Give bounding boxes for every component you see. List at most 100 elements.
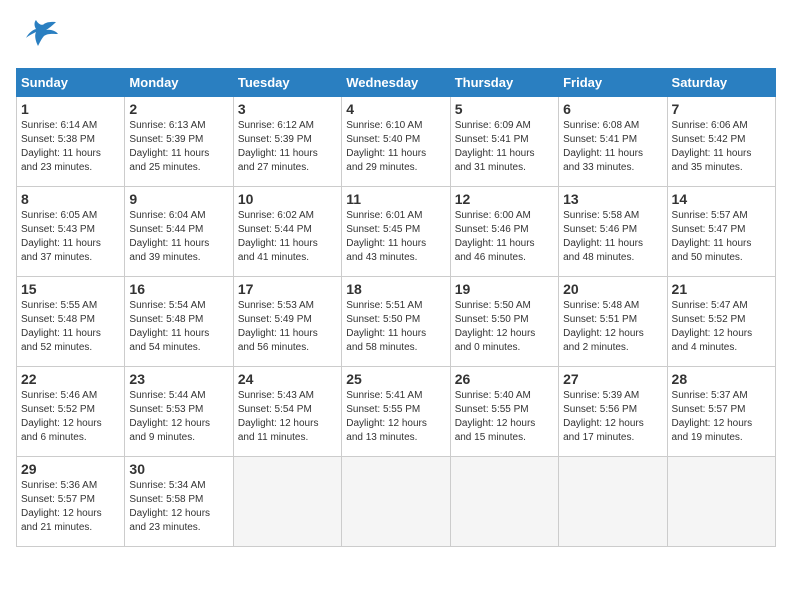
logo <box>16 16 62 60</box>
day-number: 26 <box>455 371 554 387</box>
day-info: Sunrise: 5:41 AM Sunset: 5:55 PM Dayligh… <box>346 389 445 445</box>
day-info: Sunrise: 5:46 AM Sunset: 5:52 PM Dayligh… <box>21 389 120 445</box>
calendar-cell: 16 Sunrise: 5:54 AM Sunset: 5:48 PM Dayli… <box>125 277 233 367</box>
calendar-row: 29 Sunrise: 5:36 AM Sunset: 5:57 PM Dayli… <box>17 457 776 547</box>
day-info: Sunrise: 5:55 AM Sunset: 5:48 PM Dayligh… <box>21 299 120 355</box>
day-info: Sunrise: 5:44 AM Sunset: 5:53 PM Dayligh… <box>129 389 228 445</box>
calendar-cell: 18 Sunrise: 5:51 AM Sunset: 5:50 PM Dayli… <box>342 277 450 367</box>
calendar-cell: 15Sunrise: 5:55 AM Sunset: 5:48 PM Dayli… <box>17 277 125 367</box>
calendar-day-header: Wednesday <box>342 69 450 97</box>
calendar-cell: 8 Sunrise: 6:05 AM Sunset: 5:43 PM Daylig… <box>17 187 125 277</box>
day-number: 27 <box>563 371 662 387</box>
day-info: Sunrise: 5:51 AM Sunset: 5:50 PM Dayligh… <box>346 299 445 355</box>
day-info: Sunrise: 6:04 AM Sunset: 5:44 PM Dayligh… <box>129 209 228 265</box>
calendar-cell: 19 Sunrise: 5:50 AM Sunset: 5:50 PM Dayli… <box>450 277 558 367</box>
day-info: Sunrise: 5:50 AM Sunset: 5:50 PM Dayligh… <box>455 299 554 355</box>
calendar-cell: 7 Sunrise: 6:06 AM Sunset: 5:42 PM Daylig… <box>667 97 775 187</box>
calendar-header-row: SundayMondayTuesdayWednesdayThursdayFrid… <box>17 69 776 97</box>
day-number: 18 <box>346 281 445 297</box>
day-info: Sunrise: 5:37 AM Sunset: 5:57 PM Dayligh… <box>672 389 771 445</box>
calendar-cell: 6 Sunrise: 6:08 AM Sunset: 5:41 PM Daylig… <box>559 97 667 187</box>
calendar-cell: 27 Sunrise: 5:39 AM Sunset: 5:56 PM Dayli… <box>559 367 667 457</box>
page-header <box>16 16 776 60</box>
calendar-cell <box>667 457 775 547</box>
day-info: Sunrise: 6:00 AM Sunset: 5:46 PM Dayligh… <box>455 209 554 265</box>
logo-icon <box>16 16 60 60</box>
day-number: 24 <box>238 371 337 387</box>
day-number: 2 <box>129 101 228 117</box>
day-number: 28 <box>672 371 771 387</box>
calendar-day-header: Monday <box>125 69 233 97</box>
calendar-cell: 22 Sunrise: 5:46 AM Sunset: 5:52 PM Dayli… <box>17 367 125 457</box>
day-info: Sunrise: 5:36 AM Sunset: 5:57 PM Dayligh… <box>21 479 120 535</box>
calendar-cell: 17Sunrise: 5:53 AM Sunset: 5:49 PM Dayli… <box>233 277 341 367</box>
calendar-day-header: Tuesday <box>233 69 341 97</box>
day-number: 29 <box>21 461 120 477</box>
day-info: Sunrise: 5:57 AM Sunset: 5:47 PM Dayligh… <box>672 209 771 265</box>
calendar-cell: 4 Sunrise: 6:10 AM Sunset: 5:40 PM Daylig… <box>342 97 450 187</box>
calendar-cell: 2 Sunrise: 6:13 AM Sunset: 5:39 PM Daylig… <box>125 97 233 187</box>
day-info: Sunrise: 6:08 AM Sunset: 5:41 PM Dayligh… <box>563 119 662 175</box>
day-info: Sunrise: 5:47 AM Sunset: 5:52 PM Dayligh… <box>672 299 771 355</box>
calendar-cell: 1Sunrise: 6:14 AM Sunset: 5:38 PM Daylig… <box>17 97 125 187</box>
day-info: Sunrise: 5:40 AM Sunset: 5:55 PM Dayligh… <box>455 389 554 445</box>
calendar-cell <box>342 457 450 547</box>
calendar-row: 1Sunrise: 6:14 AM Sunset: 5:38 PM Daylig… <box>17 97 776 187</box>
calendar-cell: 14 Sunrise: 5:57 AM Sunset: 5:47 PM Dayli… <box>667 187 775 277</box>
day-info: Sunrise: 5:54 AM Sunset: 5:48 PM Dayligh… <box>129 299 228 355</box>
day-info: Sunrise: 6:13 AM Sunset: 5:39 PM Dayligh… <box>129 119 228 175</box>
day-info: Sunrise: 6:06 AM Sunset: 5:42 PM Dayligh… <box>672 119 771 175</box>
day-info: Sunrise: 5:48 AM Sunset: 5:51 PM Dayligh… <box>563 299 662 355</box>
calendar-cell: 10Sunrise: 6:02 AM Sunset: 5:44 PM Dayli… <box>233 187 341 277</box>
calendar-cell: 12Sunrise: 6:00 AM Sunset: 5:46 PM Dayli… <box>450 187 558 277</box>
calendar-cell: 29 Sunrise: 5:36 AM Sunset: 5:57 PM Dayli… <box>17 457 125 547</box>
calendar-cell: 21Sunrise: 5:47 AM Sunset: 5:52 PM Dayli… <box>667 277 775 367</box>
day-number: 8 <box>21 191 120 207</box>
day-number: 30 <box>129 461 228 477</box>
day-number: 14 <box>672 191 771 207</box>
day-number: 13 <box>563 191 662 207</box>
calendar-cell: 11 Sunrise: 6:01 AM Sunset: 5:45 PM Dayli… <box>342 187 450 277</box>
day-info: Sunrise: 6:05 AM Sunset: 5:43 PM Dayligh… <box>21 209 120 265</box>
calendar-cell: 25 Sunrise: 5:41 AM Sunset: 5:55 PM Dayli… <box>342 367 450 457</box>
calendar-day-header: Thursday <box>450 69 558 97</box>
day-number: 4 <box>346 101 445 117</box>
calendar-row: 15Sunrise: 5:55 AM Sunset: 5:48 PM Dayli… <box>17 277 776 367</box>
day-info: Sunrise: 5:58 AM Sunset: 5:46 PM Dayligh… <box>563 209 662 265</box>
day-info: Sunrise: 6:12 AM Sunset: 5:39 PM Dayligh… <box>238 119 337 175</box>
day-info: Sunrise: 5:43 AM Sunset: 5:54 PM Dayligh… <box>238 389 337 445</box>
day-number: 10 <box>238 191 337 207</box>
day-number: 5 <box>455 101 554 117</box>
day-number: 1 <box>21 101 120 117</box>
calendar-cell: 9 Sunrise: 6:04 AM Sunset: 5:44 PM Daylig… <box>125 187 233 277</box>
calendar-day-header: Friday <box>559 69 667 97</box>
day-info: Sunrise: 5:34 AM Sunset: 5:58 PM Dayligh… <box>129 479 228 535</box>
day-number: 16 <box>129 281 228 297</box>
day-number: 22 <box>21 371 120 387</box>
calendar-row: 8 Sunrise: 6:05 AM Sunset: 5:43 PM Daylig… <box>17 187 776 277</box>
calendar-day-header: Sunday <box>17 69 125 97</box>
calendar-cell <box>450 457 558 547</box>
day-number: 23 <box>129 371 228 387</box>
calendar-cell: 20 Sunrise: 5:48 AM Sunset: 5:51 PM Dayli… <box>559 277 667 367</box>
calendar-cell: 13 Sunrise: 5:58 AM Sunset: 5:46 PM Dayli… <box>559 187 667 277</box>
calendar-cell: 28 Sunrise: 5:37 AM Sunset: 5:57 PM Dayli… <box>667 367 775 457</box>
day-number: 7 <box>672 101 771 117</box>
day-number: 25 <box>346 371 445 387</box>
calendar-row: 22 Sunrise: 5:46 AM Sunset: 5:52 PM Dayli… <box>17 367 776 457</box>
calendar-cell <box>559 457 667 547</box>
calendar-day-header: Saturday <box>667 69 775 97</box>
day-info: Sunrise: 5:39 AM Sunset: 5:56 PM Dayligh… <box>563 389 662 445</box>
calendar-cell: 26 Sunrise: 5:40 AM Sunset: 5:55 PM Dayli… <box>450 367 558 457</box>
calendar-table: SundayMondayTuesdayWednesdayThursdayFrid… <box>16 68 776 547</box>
calendar-cell: 24 Sunrise: 5:43 AM Sunset: 5:54 PM Dayli… <box>233 367 341 457</box>
day-info: Sunrise: 6:09 AM Sunset: 5:41 PM Dayligh… <box>455 119 554 175</box>
day-number: 20 <box>563 281 662 297</box>
day-number: 9 <box>129 191 228 207</box>
day-info: Sunrise: 6:10 AM Sunset: 5:40 PM Dayligh… <box>346 119 445 175</box>
day-number: 11 <box>346 191 445 207</box>
calendar-cell: 5 Sunrise: 6:09 AM Sunset: 5:41 PM Daylig… <box>450 97 558 187</box>
day-number: 6 <box>563 101 662 117</box>
day-info: Sunrise: 6:01 AM Sunset: 5:45 PM Dayligh… <box>346 209 445 265</box>
day-number: 19 <box>455 281 554 297</box>
